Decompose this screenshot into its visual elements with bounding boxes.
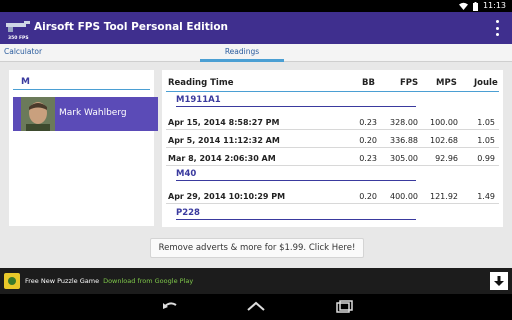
status-bar: 11:13 — [0, 0, 512, 12]
avatar — [21, 97, 55, 131]
logo-text: 350 FPS — [8, 35, 29, 41]
cell-mps: 100.00 — [430, 118, 458, 127]
download-icon — [494, 276, 504, 286]
people-panel: M Mark Wahlberg — [9, 70, 158, 226]
cell-fps: 400.00 — [390, 192, 418, 201]
download-button[interactable] — [490, 272, 508, 290]
cell-time: Mar 8, 2014 2:06:30 AM — [168, 154, 276, 163]
group-header-p228: P228 — [176, 208, 416, 220]
table-row[interactable]: Apr 15, 2014 8:58:27 PM 0.23 328.00 100.… — [166, 114, 499, 130]
cell-joule: 1.05 — [477, 136, 495, 145]
table-row[interactable]: Apr 5, 2014 11:12:32 AM 0.20 336.88 102.… — [166, 132, 499, 148]
cell-bb: 0.20 — [359, 192, 377, 201]
back-icon[interactable] — [160, 299, 180, 315]
group-header-m1911a1: M1911A1 — [176, 95, 416, 107]
recent-apps-icon[interactable] — [334, 299, 354, 315]
cell-fps: 336.88 — [390, 136, 418, 145]
table-row[interactable]: Apr 29, 2014 10:10:29 PM 0.20 400.00 121… — [166, 188, 499, 204]
table-header: Reading Time BB FPS MPS Joule — [166, 78, 499, 92]
cell-joule: 1.05 — [477, 118, 495, 127]
banner-text: Free New Puzzle Game Download from Google… — [25, 277, 193, 285]
cell-time: Apr 29, 2014 10:10:29 PM — [168, 192, 286, 201]
game-icon — [4, 273, 20, 289]
battery-icon — [472, 1, 478, 11]
header-mps: MPS — [436, 78, 457, 88]
section-header-label: M — [21, 77, 30, 87]
cell-mps: 102.68 — [430, 136, 458, 145]
banner-subtitle: Download from Google Play — [103, 277, 194, 285]
cell-fps: 305.00 — [390, 154, 418, 163]
remove-adverts-button[interactable]: Remove adverts & more for $1.99. Click H… — [150, 238, 364, 258]
header-joule: Joule — [474, 78, 498, 88]
header-bb: BB — [362, 78, 375, 88]
tab-readings[interactable]: Readings — [200, 44, 284, 62]
tab-bar: Calculator Readings — [0, 44, 512, 62]
cell-mps: 121.92 — [430, 192, 458, 201]
app-title: Airsoft FPS Tool Personal Edition — [34, 21, 229, 33]
status-clock: 11:13 — [482, 1, 506, 10]
cell-bb: 0.20 — [359, 136, 377, 145]
ad-banner[interactable]: Free New Puzzle Game Download from Google… — [0, 268, 512, 294]
cell-time: Apr 5, 2014 11:12:32 AM — [168, 136, 280, 145]
cell-bb: 0.23 — [359, 118, 377, 127]
cell-mps: 92.96 — [435, 154, 458, 163]
cell-bb: 0.23 — [359, 154, 377, 163]
section-header: M — [13, 76, 150, 90]
cell-joule: 1.49 — [477, 192, 495, 201]
home-icon[interactable] — [246, 299, 266, 315]
cell-joule: 0.99 — [477, 154, 495, 163]
tab-calculator[interactable]: Calculator — [4, 44, 42, 62]
navigation-bar — [0, 294, 512, 320]
cell-time: Apr 15, 2014 8:58:27 PM — [168, 118, 280, 127]
person-item[interactable]: Mark Wahlberg — [13, 97, 158, 131]
group-header-m40: M40 — [176, 169, 416, 181]
app-logo-icon: 350 FPS — [6, 21, 30, 41]
header-fps: FPS — [400, 78, 419, 88]
overflow-menu-icon[interactable] — [494, 20, 500, 36]
cell-fps: 328.00 — [390, 118, 418, 127]
app-bar: 350 FPS Airsoft FPS Tool Personal Editio… — [0, 12, 512, 44]
wifi-icon — [458, 2, 468, 10]
person-name: Mark Wahlberg — [59, 108, 127, 118]
table-row[interactable]: Mar 8, 2014 2:06:30 AM 0.23 305.00 92.96… — [166, 150, 499, 166]
readings-table: Reading Time BB FPS MPS Joule M1911A1 Ap… — [162, 70, 503, 227]
header-reading-time: Reading Time — [168, 78, 234, 88]
banner-title: Free New Puzzle Game — [25, 277, 100, 285]
